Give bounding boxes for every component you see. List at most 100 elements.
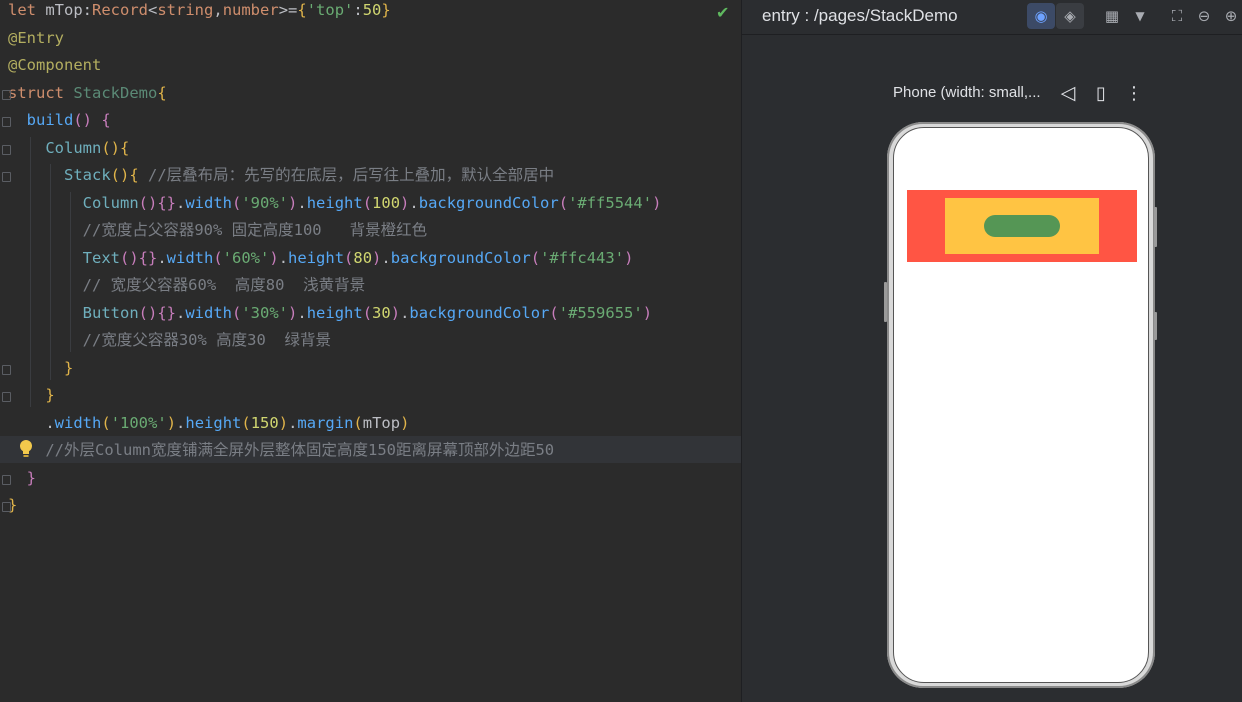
code-token: height (185, 413, 242, 432)
code-token: >= (278, 1, 298, 19)
code-line[interactable]: .width('100%').height(150).margin(mTop) (8, 410, 409, 437)
code-line[interactable]: Column(){ (8, 135, 129, 162)
lightbulb-icon[interactable] (18, 439, 34, 459)
code-token: ( (232, 303, 242, 322)
components-icon[interactable]: ▦ (1098, 3, 1126, 29)
code-token: ) (269, 248, 279, 267)
code-token: ) (400, 193, 410, 212)
code-line[interactable]: } (8, 465, 36, 492)
code-token: ) (642, 303, 653, 322)
code-token: . (278, 248, 289, 267)
check-icon: ✔ (716, 3, 730, 22)
fold-marker[interactable] (2, 474, 11, 485)
code-line[interactable]: Button(){}.width('30%').height(30).backg… (8, 300, 652, 327)
red-column-box (907, 190, 1137, 262)
code-token: 80 (353, 248, 373, 267)
code-token: //宽度父容器30% 高度30 绿背景 (82, 331, 331, 349)
dropdown-icon[interactable]: ▼ (1126, 3, 1154, 29)
crop-icon[interactable]: ⛶ (1163, 3, 1191, 29)
code-token: backgroundColor (418, 193, 559, 212)
code-token: . (381, 248, 391, 267)
code-token: ( (213, 248, 223, 267)
code-token: let (8, 1, 46, 19)
code-line[interactable]: Column(){}.width('90%').height(100).back… (8, 190, 662, 217)
rotate-device-icon[interactable]: ▯ (1087, 80, 1115, 106)
code-token: } (381, 1, 391, 19)
code-token: //层叠布局：先写的在底层，后写往上叠加，默认全部居中 (148, 166, 555, 184)
code-line[interactable]: Stack(){ //层叠布局：先写的在底层，后写往上叠加，默认全部居中 (8, 162, 554, 189)
fold-marker[interactable] (2, 364, 11, 375)
code-token: . (157, 248, 167, 267)
code-token: Button (82, 303, 139, 322)
code-line[interactable]: //宽度占父容器90% 固定高度100 背景橙红色 (8, 217, 427, 244)
code-token: '#ffc443' (540, 248, 625, 267)
fold-marker[interactable] (2, 117, 11, 127)
code-token: ) (278, 413, 289, 432)
code-token: build (26, 111, 74, 129)
code-token: height (288, 248, 345, 267)
code-line[interactable]: //宽度父容器30% 高度30 绿背景 (8, 327, 331, 354)
code-line[interactable]: } (8, 382, 55, 409)
code-token: () (73, 111, 102, 129)
inspect-icon[interactable]: ◉ (1027, 3, 1055, 29)
code-token: Stack (64, 166, 111, 184)
phone-frame (884, 122, 1157, 688)
fold-marker[interactable] (2, 502, 11, 512)
more-icon[interactable]: ⋮ (1120, 80, 1148, 106)
code-token: : (82, 1, 92, 19)
code-token: (){ (110, 166, 148, 184)
code-token: < (148, 1, 158, 19)
code-token: ) (624, 248, 634, 267)
fold-marker[interactable] (2, 392, 11, 402)
code-token: '100%' (110, 413, 167, 432)
code-token: StackDemo (73, 83, 158, 102)
device-selector[interactable]: Phone (width: small,... (893, 84, 1041, 101)
previewer-panel: entry : /pages/StackDemo ◉ ◈ ▦ ▼ ⛶ ⊖ ⊕ P… (741, 0, 1242, 702)
code-token: : (353, 1, 363, 19)
code-line[interactable]: //外层Column宽度铺满全屏外层整体固定高度150距离屏幕顶部外边距50 (8, 437, 554, 464)
code-token: height (306, 193, 363, 212)
fold-marker[interactable] (2, 89, 11, 100)
code-token: ) (372, 248, 382, 267)
fold-marker[interactable] (2, 144, 11, 155)
code-token: '#559655' (558, 303, 643, 322)
code-token: ) (390, 303, 401, 322)
code-token: ) (288, 303, 298, 322)
code-line[interactable]: // 宽度父容器60% 高度80 浅黄背景 (8, 272, 365, 299)
code-token: '#ff5544' (568, 193, 653, 212)
code-token: (){} (138, 303, 176, 322)
code-token: ( (101, 413, 111, 432)
code-token: ( (362, 193, 373, 212)
code-line[interactable]: struct StackDemo{ (8, 80, 167, 107)
code-token: '90%' (241, 193, 289, 212)
device-bar: Phone (width: small,... ◁ ▯ ⋮ (742, 80, 1242, 106)
green-button[interactable] (984, 215, 1060, 237)
code-token: ( (549, 303, 559, 322)
layers-icon[interactable]: ◈ (1056, 3, 1084, 29)
code-token: . (400, 303, 410, 322)
back-icon[interactable]: ◁ (1054, 80, 1082, 106)
code-line[interactable]: @Component (8, 52, 101, 79)
code-token: Column (45, 138, 102, 157)
zoom-out-icon[interactable]: ⊖ (1190, 3, 1218, 29)
code-token: ) (652, 193, 662, 212)
code-token: '30%' (241, 303, 289, 322)
code-line[interactable]: Text(){}.width('60%').height(80).backgro… (8, 245, 634, 272)
code-editor[interactable]: let mTop:Record<string,number>={'top':50… (0, 0, 741, 702)
route-title: entry : /pages/StackDemo (762, 6, 958, 25)
code-line[interactable]: @Entry (8, 25, 64, 52)
fold-marker[interactable] (2, 172, 11, 182)
code-token: backgroundColor (409, 303, 550, 322)
code-token: backgroundColor (390, 248, 531, 267)
code-token: } (45, 386, 55, 404)
code-token: . (297, 303, 307, 322)
code-token: 100 (372, 193, 401, 212)
code-line[interactable]: build() { (8, 107, 111, 134)
code-line[interactable]: let mTop:Record<string,number>={'top':50… (8, 0, 391, 24)
code-line[interactable]: } (8, 355, 73, 382)
zoom-in-icon[interactable]: ⊕ (1217, 3, 1242, 29)
